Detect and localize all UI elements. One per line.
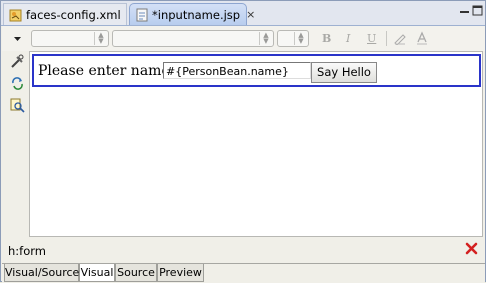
- faces-config-file-icon: [9, 8, 23, 22]
- visual-design-canvas[interactable]: Please enter name: #{PersonBean.name} Sa…: [29, 51, 483, 237]
- view-mode-tabs: Visual/Source Visual Source Preview: [2, 263, 485, 283]
- formatting-toolbar: ▲ ▼ ▲ ▼ ▲ ▼ B I U: [2, 26, 485, 51]
- selected-tag-label: h:form: [8, 244, 46, 258]
- tab-preview[interactable]: Preview: [157, 264, 204, 282]
- form-container[interactable]: Please enter name: #{PersonBean.name} Sa…: [32, 54, 481, 87]
- font-family-select[interactable]: ▲ ▼: [112, 30, 274, 47]
- spinner-arrows-icon: ▲ ▼: [94, 32, 107, 45]
- maximize-icon[interactable]: [472, 5, 483, 16]
- minimize-icon[interactable]: [459, 5, 470, 16]
- toolbar-separator: [386, 31, 387, 46]
- tab-visual-source[interactable]: Visual/Source: [4, 264, 79, 282]
- tab-label: *inputname.jsp: [152, 7, 241, 22]
- name-input[interactable]: #{PersonBean.name}: [163, 62, 311, 79]
- tab-label: faces-config.xml: [26, 7, 121, 22]
- tab-inputname-jsp[interactable]: *inputname.jsp ×: [129, 3, 255, 25]
- font-color-icon[interactable]: [415, 31, 429, 48]
- name-prompt-label: Please enter name:: [38, 63, 175, 79]
- italic-button[interactable]: I: [346, 32, 350, 45]
- red-x-icon[interactable]: [465, 242, 478, 255]
- tools-icon[interactable]: [10, 54, 25, 69]
- highlight-pen-icon[interactable]: [393, 31, 407, 48]
- tab-source[interactable]: Source: [115, 264, 157, 282]
- selection-status-bar: h:form: [2, 238, 485, 262]
- palette-strip: [2, 51, 29, 238]
- font-size-select[interactable]: ▲ ▼: [277, 30, 309, 47]
- bold-button[interactable]: B: [322, 32, 331, 45]
- underline-button[interactable]: U: [367, 32, 376, 45]
- spinner-arrows-icon: ▲ ▼: [294, 32, 307, 45]
- spinner-arrows-icon: ▲ ▼: [259, 32, 272, 45]
- style-select[interactable]: ▲ ▼: [31, 30, 109, 47]
- chevron-down-icon[interactable]: [13, 33, 22, 46]
- jsp-file-icon: [135, 8, 149, 22]
- editor-window: faces-config.xml *inputname.jsp × ▲ ▼ ▲ …: [0, 0, 486, 283]
- say-hello-button[interactable]: Say Hello: [311, 62, 377, 83]
- tab-faces-config[interactable]: faces-config.xml: [3, 3, 127, 25]
- editor-tab-bar: faces-config.xml *inputname.jsp ×: [1, 1, 485, 26]
- tab-visual[interactable]: Visual: [79, 264, 115, 282]
- search-icon[interactable]: [10, 98, 25, 113]
- refresh-icon[interactable]: [10, 76, 25, 91]
- close-icon[interactable]: ×: [246, 8, 255, 21]
